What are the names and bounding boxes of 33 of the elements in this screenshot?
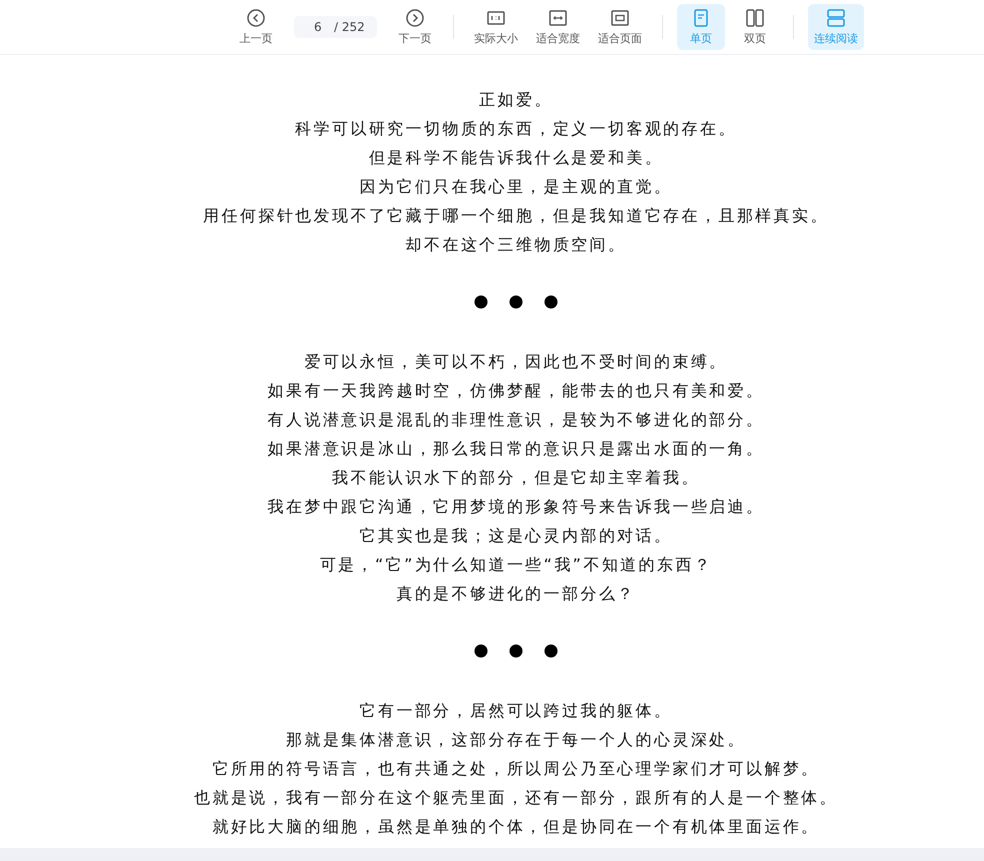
fit-page-icon — [610, 8, 630, 28]
fit-width-icon — [548, 8, 568, 28]
circle-left-arrow-button[interactable]: 上一页 — [232, 4, 280, 50]
text-line: 它其实也是我；这是心灵内部的对话。 — [360, 525, 672, 547]
text-line: 爱可以永恒，美可以不朽，因此也不受时间的束缚。 — [304, 351, 728, 373]
text-line: 如果潜意识是冰山，那么我日常的意识只是露出水面的一角。 — [268, 438, 764, 460]
text-line: 它所用的符号语言，也有共通之处，所以周公乃至心理学家们才可以解梦。 — [212, 758, 820, 780]
double-page-button[interactable]: 双页 — [730, 4, 779, 50]
text-line: 却不在这个三维物质空间。 — [406, 234, 626, 256]
text-line: 科学可以研究一切物质的东西，定义一切客观的存在。 — [295, 118, 737, 140]
fit-width-button[interactable]: 适合宽度 — [530, 4, 586, 50]
text-line: 但是科学不能告诉我什么是爱和美。 — [368, 147, 664, 169]
text-line: 它有一部分，居然可以跨过我的躯体。 — [360, 700, 672, 722]
fit-page-button[interactable]: 适合页面 — [592, 4, 648, 50]
circle-right-arrow-button[interactable]: 下一页 — [390, 4, 439, 50]
text-line: 我在梦中跟它沟通，它用梦境的形象符号来告诉我一些启迪。 — [268, 496, 764, 518]
text-line: 因为它们只在我心里，是主观的直觉。 — [360, 176, 672, 198]
text-line: 正如爱。 — [479, 89, 553, 111]
page-input[interactable]: 6 — [314, 20, 328, 34]
page-number-field[interactable]: 6 / 252 — [294, 16, 377, 38]
text-line: 也就是说，我有一部分在这个躯壳里面，还有一部分，跟所有的人是一个整体。 — [194, 787, 838, 809]
double-page-icon — [744, 8, 765, 28]
text-line: 真的是不够进化的一部分么？ — [396, 583, 636, 605]
text-line: 我不能认识水下的部分，但是它却主宰着我。 — [332, 467, 700, 489]
text-line: 如果有一天我跨越时空，仿佛梦醒，能带去的也只有美和爱。 — [268, 380, 764, 402]
continuous-pages-icon — [826, 8, 846, 28]
page-total: / 252 — [334, 20, 365, 34]
text-line: 用任何探针也发现不了它藏于哪一个细胞，但是我知道它存在，且那样真实。 — [203, 205, 829, 227]
text-line: 那就是集体潜意识，这部分存在于每一个人的心灵深处。 — [286, 729, 746, 751]
actual-size-button[interactable]: 实际大小 — [468, 4, 524, 50]
text-line: 可是，“它”为什么知道一些“我”不知道的东西？ — [320, 554, 712, 576]
text-line: 就好比大脑的细胞，虽然是单独的个体，但是协同在一个有机体里面运作。 — [212, 816, 820, 838]
text-line: 有人说潜意识是混乱的非理性意识，是较为不够进化的部分。 — [268, 409, 764, 431]
